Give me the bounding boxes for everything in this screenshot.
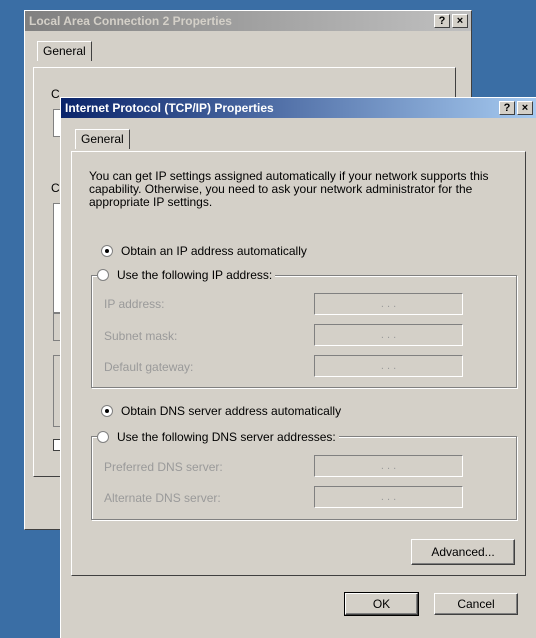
ip-auto-label: Obtain an IP address automatically <box>121 244 307 258</box>
tcpip-properties-window: Internet Protocol (TCP/IP) Properties ? … <box>60 97 536 638</box>
description-text: You can get IP settings assigned automat… <box>89 169 489 209</box>
back-fragment-text: C <box>51 87 60 101</box>
alternate-dns-input[interactable]: . . . <box>314 486 463 508</box>
back-fragment-text-2: C <box>51 181 60 195</box>
dns-auto-label: Obtain DNS server address automatically <box>121 404 342 418</box>
back-help-button[interactable]: ? <box>434 14 450 28</box>
front-help-button[interactable]: ? <box>499 101 515 115</box>
back-window-title: Local Area Connection 2 Properties <box>29 14 232 28</box>
ip-address-label: IP address: <box>104 297 165 311</box>
back-titlebar: Local Area Connection 2 Properties ? × <box>25 11 471 31</box>
ip-manual-radio[interactable] <box>97 269 109 281</box>
back-close-button[interactable]: × <box>452 14 468 28</box>
ip-address-input[interactable]: . . . <box>314 293 463 315</box>
subnet-mask-input[interactable]: . . . <box>314 324 463 346</box>
subnet-mask-label: Subnet mask: <box>104 329 178 343</box>
ip-manual-option[interactable]: Use the following IP address: <box>97 268 276 282</box>
dns-auto-radio[interactable] <box>101 405 113 417</box>
preferred-dns-input[interactable]: . . . <box>314 455 463 477</box>
ok-button[interactable]: OK <box>344 592 419 616</box>
dns-manual-option[interactable]: Use the following DNS server addresses: <box>97 430 339 444</box>
default-gateway-label: Default gateway: <box>104 360 194 374</box>
ip-auto-radio[interactable] <box>101 245 113 257</box>
alternate-dns-label: Alternate DNS server: <box>104 491 221 505</box>
ip-auto-option[interactable]: Obtain an IP address automatically <box>101 244 310 258</box>
ip-manual-label: Use the following IP address: <box>117 268 273 282</box>
dns-manual-radio[interactable] <box>97 431 109 443</box>
front-tab-general[interactable]: General <box>75 129 130 149</box>
preferred-dns-label: Preferred DNS server: <box>104 460 223 474</box>
front-window-title: Internet Protocol (TCP/IP) Properties <box>65 101 274 115</box>
dns-manual-label: Use the following DNS server addresses: <box>117 430 336 444</box>
advanced-button[interactable]: Advanced... <box>411 539 515 565</box>
front-close-button[interactable]: × <box>517 101 533 115</box>
front-titlebar: Internet Protocol (TCP/IP) Properties ? … <box>61 98 536 118</box>
cancel-button[interactable]: Cancel <box>434 593 518 615</box>
default-gateway-input[interactable]: . . . <box>314 355 463 377</box>
dns-auto-option[interactable]: Obtain DNS server address automatically <box>101 404 345 418</box>
back-tab-general[interactable]: General <box>37 41 92 61</box>
